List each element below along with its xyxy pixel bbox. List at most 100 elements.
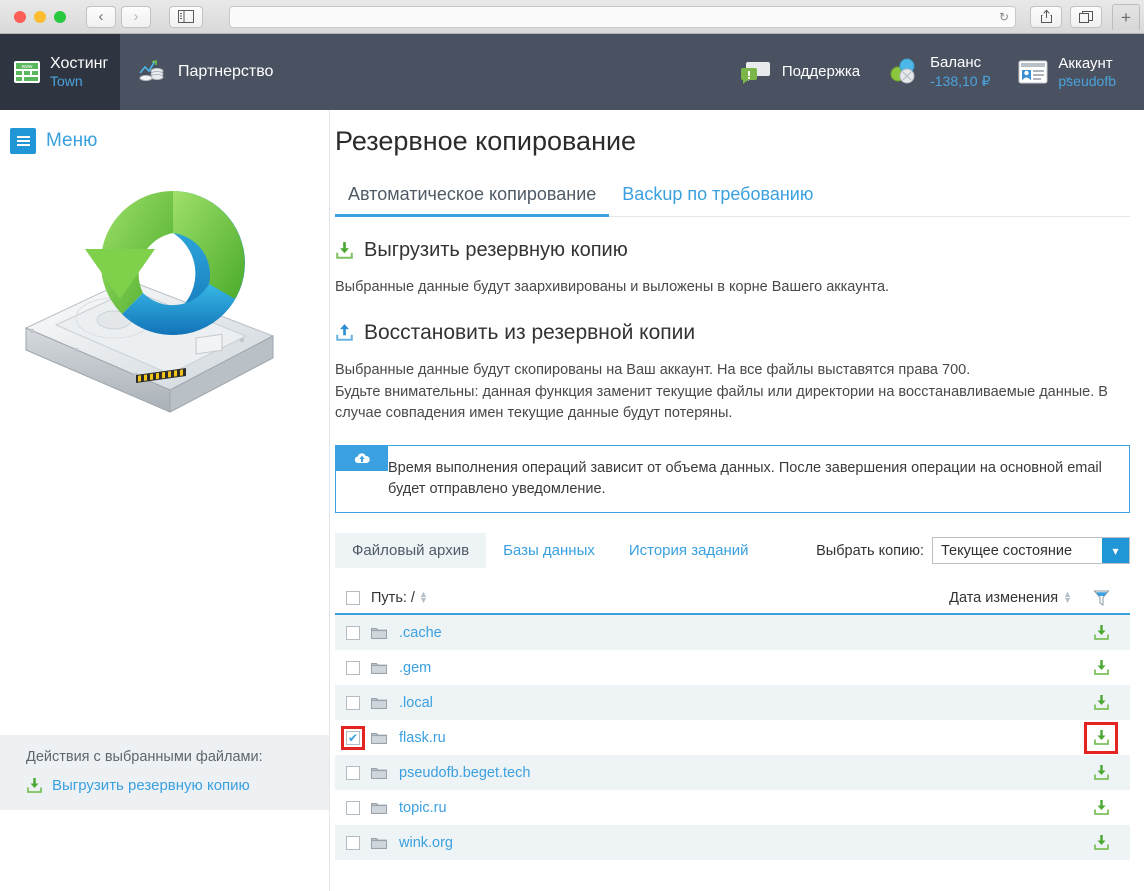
account-button[interactable]: Аккаунт pseudofb ⌄ bbox=[1004, 55, 1130, 89]
table-row[interactable]: .gem bbox=[335, 650, 1130, 686]
row-download-cell bbox=[1072, 694, 1130, 711]
table-row[interactable]: ✔ flask.ru bbox=[335, 720, 1130, 756]
new-tab-button[interactable]: + bbox=[1112, 3, 1140, 30]
row-name-cell: wink.org bbox=[371, 835, 872, 851]
restore-section-text: Выбранные данные будут скопированы на Ва… bbox=[335, 361, 1108, 422]
column-filter[interactable] bbox=[1072, 589, 1130, 607]
row-download-cell bbox=[1072, 834, 1130, 851]
row-checkbox[interactable] bbox=[346, 800, 360, 815]
row-checkbox[interactable] bbox=[346, 835, 360, 850]
menu-label: Меню bbox=[46, 130, 98, 151]
export-backup-action[interactable]: Выгрузить резервную копию bbox=[26, 777, 329, 794]
export-section-title: Выгрузить резервную копию bbox=[364, 239, 628, 261]
support-label: Поддержка bbox=[781, 62, 861, 80]
nav-item-partnership[interactable]: Партнерство bbox=[120, 34, 291, 110]
chevron-down-icon[interactable]: ⌄ bbox=[1063, 70, 1072, 83]
row-name-cell: pseudofb.beget.tech bbox=[371, 765, 872, 781]
row-name-cell: topic.ru bbox=[371, 800, 872, 816]
row-download-cell bbox=[1072, 799, 1130, 816]
row-checkbox[interactable] bbox=[346, 765, 360, 780]
row-name-link[interactable]: topic.ru bbox=[399, 800, 447, 816]
table-row[interactable]: topic.ru bbox=[335, 790, 1130, 826]
support-button[interactable]: Поддержка bbox=[726, 59, 874, 85]
folder-icon bbox=[371, 698, 387, 710]
row-download-button[interactable] bbox=[1093, 799, 1110, 816]
share-glyph bbox=[1040, 9, 1052, 23]
download-icon bbox=[1093, 835, 1109, 850]
download-icon bbox=[1093, 695, 1109, 710]
download-icon bbox=[336, 242, 353, 259]
row-checkbox[interactable] bbox=[346, 695, 360, 710]
filter-icon bbox=[1092, 590, 1110, 606]
sort-path-icon[interactable]: ▲ ▼ bbox=[419, 590, 428, 604]
row-name-link[interactable]: .local bbox=[399, 695, 433, 711]
appbar-spacer bbox=[291, 34, 725, 110]
partnership-icon bbox=[139, 59, 164, 82]
select-all-checkbox[interactable] bbox=[346, 590, 360, 605]
row-name-link[interactable]: flask.ru bbox=[399, 730, 446, 746]
chevron-down-icon[interactable]: ▾ bbox=[1102, 538, 1129, 564]
folder-icon bbox=[371, 768, 387, 780]
column-date[interactable]: Дата изменения ▲ ▼ bbox=[872, 590, 1072, 606]
reload-icon[interactable]: ↻ bbox=[999, 10, 1009, 24]
folder-icon bbox=[371, 836, 387, 850]
sort-date-icon[interactable]: ▲ ▼ bbox=[1063, 590, 1072, 604]
download-icon bbox=[27, 778, 42, 793]
hamburger-icon[interactable] bbox=[10, 128, 36, 154]
copy-select[interactable]: Текущее состояние ▾ bbox=[932, 537, 1130, 565]
close-window-icon[interactable] bbox=[14, 10, 26, 23]
row-checkbox[interactable] bbox=[346, 660, 360, 675]
row-name-link[interactable]: pseudofb.beget.tech bbox=[399, 765, 530, 781]
column-path[interactable]: Путь: / ▲ ▼ bbox=[371, 590, 872, 606]
show-all-tabs-icon[interactable] bbox=[1070, 5, 1102, 28]
brand-subtitle: Town bbox=[50, 73, 83, 90]
share-icon[interactable] bbox=[1030, 5, 1062, 28]
row-checkbox-cell: ✔ bbox=[335, 725, 371, 750]
row-download-button[interactable] bbox=[1093, 694, 1110, 711]
column-date-label: Дата изменения bbox=[949, 589, 1059, 606]
menu-button[interactable]: Меню bbox=[0, 110, 329, 154]
balance-button[interactable]: Баланс -138,10 ₽ bbox=[874, 54, 1004, 90]
subtab-databases[interactable]: Базы данных bbox=[486, 533, 612, 568]
nav-item-partnership-label: Партнерство bbox=[178, 63, 274, 80]
table-row[interactable]: pseudofb.beget.tech bbox=[335, 755, 1130, 791]
forward-icon[interactable]: › bbox=[121, 5, 151, 28]
brand-hosting[interactable]: www Хостинг Town bbox=[0, 34, 120, 110]
upload-icon bbox=[336, 324, 353, 342]
back-icon[interactable]: ‹ bbox=[86, 5, 116, 28]
subtab-job-history[interactable]: История заданий bbox=[612, 533, 766, 568]
window-traffic-lights[interactable] bbox=[14, 10, 66, 23]
browser-chrome: ‹ › ↻ + bbox=[0, 0, 1144, 34]
row-checkbox-cell bbox=[335, 765, 371, 780]
row-name-link[interactable]: .gem bbox=[399, 660, 431, 676]
row-checkbox[interactable]: ✔ bbox=[346, 730, 360, 745]
download-icon bbox=[1093, 625, 1109, 640]
table-row[interactable]: wink.org bbox=[335, 825, 1130, 861]
minimize-window-icon[interactable] bbox=[34, 10, 46, 23]
folder-icon bbox=[371, 661, 387, 675]
tabs-glyph bbox=[1078, 10, 1093, 23]
tab-backup-on-demand[interactable]: Backup по требованию bbox=[609, 179, 826, 216]
maximize-window-icon[interactable] bbox=[54, 10, 66, 23]
table-row[interactable]: .cache bbox=[335, 615, 1130, 651]
folder-icon bbox=[371, 733, 387, 745]
row-checkbox[interactable] bbox=[346, 625, 360, 640]
tab-automatic-backup[interactable]: Автоматическое копирование bbox=[335, 179, 610, 217]
row-checkbox-cell bbox=[335, 835, 371, 850]
row-name-link[interactable]: wink.org bbox=[399, 835, 453, 851]
sidebar-toggle-icon[interactable] bbox=[169, 5, 203, 28]
row-download-button[interactable] bbox=[1093, 764, 1110, 781]
selected-files-title: Действия с выбранными файлами: bbox=[26, 749, 263, 765]
row-download-button[interactable] bbox=[1093, 729, 1110, 746]
row-checkbox-cell bbox=[335, 660, 371, 675]
subtab-file-archive[interactable]: Файловый архив bbox=[335, 533, 487, 569]
row-download-button[interactable] bbox=[1093, 624, 1110, 641]
row-download-button[interactable] bbox=[1093, 834, 1110, 851]
archive-subtabs: Файловый архив Базы данных История задан… bbox=[335, 533, 1130, 569]
table-row[interactable]: .local bbox=[335, 685, 1130, 721]
address-bar[interactable]: ↻ bbox=[229, 5, 1016, 28]
balance-value: -138,10 ₽ bbox=[930, 72, 991, 89]
row-download-button[interactable] bbox=[1093, 659, 1110, 676]
cloud-upload-icon bbox=[336, 446, 388, 471]
row-name-link[interactable]: .cache bbox=[399, 625, 442, 641]
